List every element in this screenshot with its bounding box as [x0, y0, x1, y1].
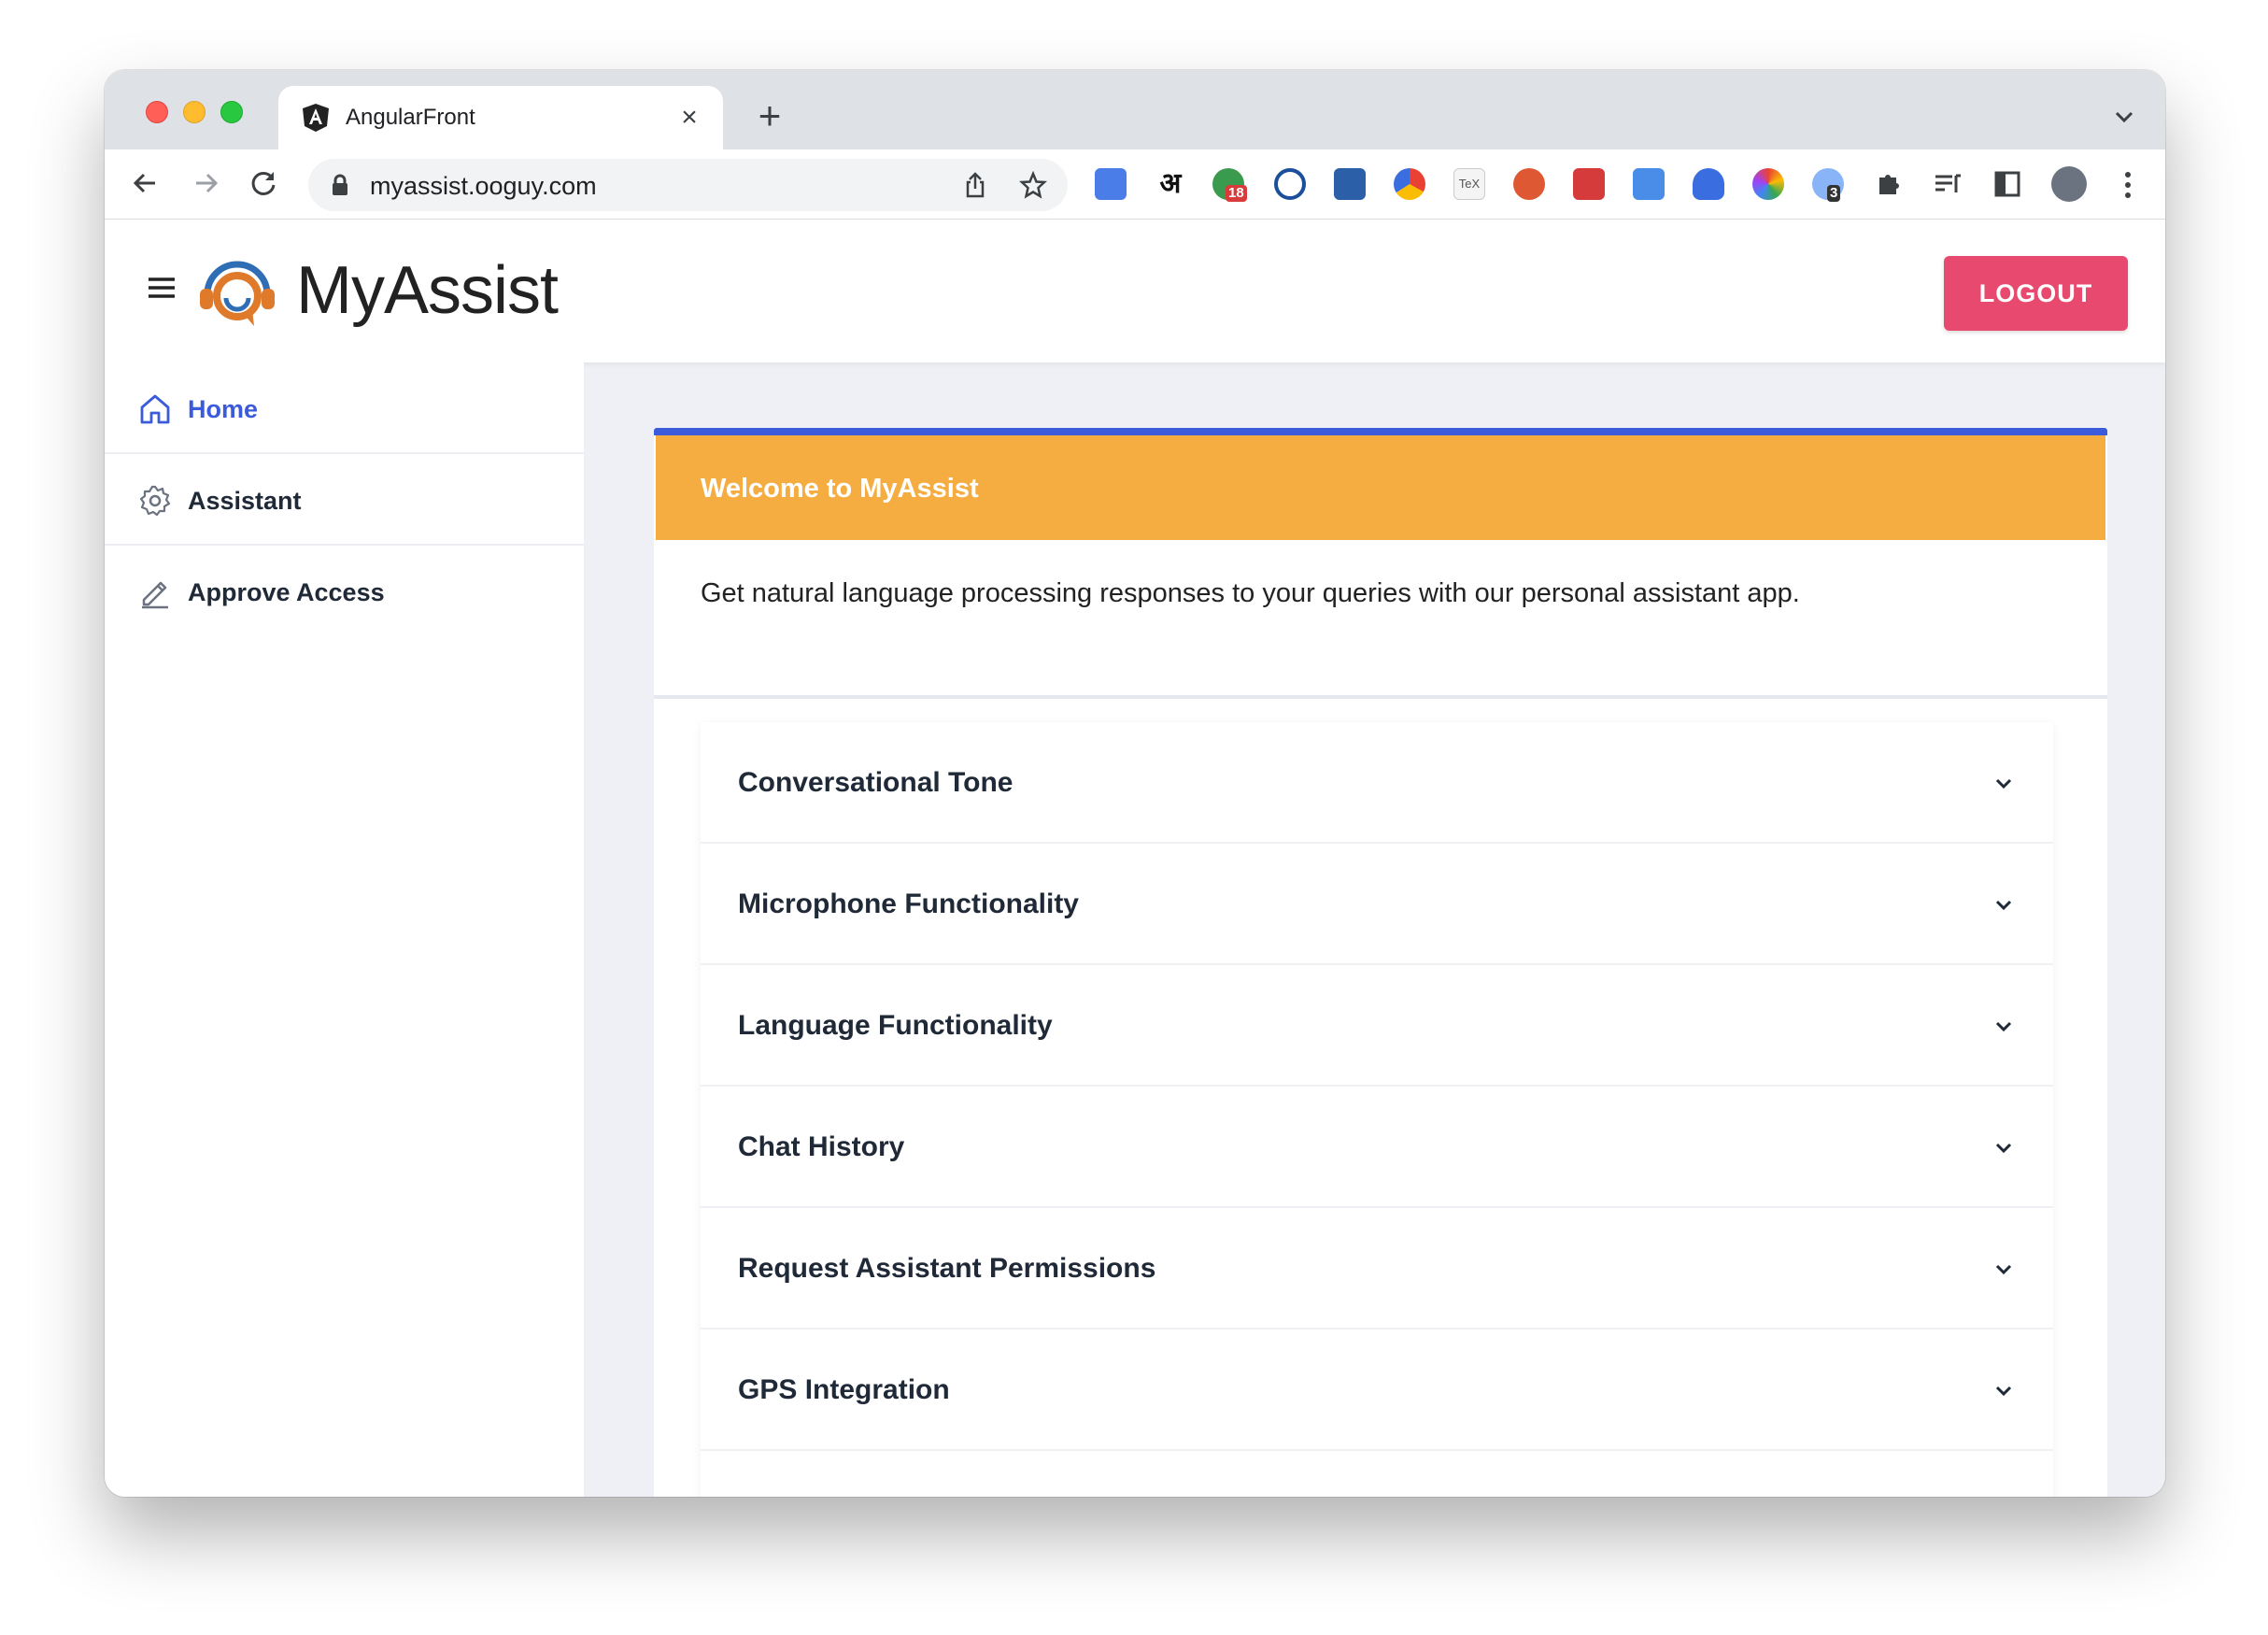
sidebar-item-assistant[interactable]: Assistant: [105, 454, 584, 546]
extension-badge: 18: [1226, 185, 1247, 202]
hindi-extension-icon[interactable]: अ: [1155, 168, 1186, 200]
side-panel-icon[interactable]: [1992, 168, 2023, 200]
welcome-card: Welcome to MyAssist Get natural language…: [654, 428, 2107, 1497]
lock-icon: [333, 174, 347, 195]
puzzle-extensions-icon[interactable]: [1872, 168, 1904, 200]
s-extension-icon[interactable]: [1334, 168, 1366, 200]
accordion-item-microphone-functionality[interactable]: Microphone Functionality: [701, 844, 2053, 965]
ai-extension-icon[interactable]: 3: [1812, 168, 1844, 202]
forward-arrow-icon[interactable]: [189, 166, 222, 200]
features-accordion: Conversational Tone Microphone Functiona…: [701, 722, 2053, 1497]
back-arrow-icon[interactable]: [129, 166, 163, 200]
duckduckgo-extension-icon[interactable]: [1513, 168, 1545, 200]
sidebar-item-label: Home: [188, 395, 259, 423]
chevron-down-icon: [1995, 1021, 2012, 1032]
share-icon[interactable]: [961, 171, 989, 199]
welcome-description: Get natural language processing response…: [701, 578, 1800, 608]
accordion-title: Request Assistant Permissions: [738, 1253, 1156, 1284]
myassist-logo-icon: [200, 261, 275, 326]
accordion-title: Conversational Tone: [738, 767, 1014, 798]
browser-tab[interactable]: AngularFront ×: [278, 86, 723, 149]
chevron-down-icon: [1995, 1264, 2012, 1275]
sidebar-item-home[interactable]: Home: [105, 363, 584, 454]
sidebar-item-approve-access[interactable]: Approve Access: [105, 546, 584, 637]
pencil-icon: [142, 581, 168, 609]
accordion-item-request-assistant-permissions[interactable]: Request Assistant Permissions: [701, 1208, 2053, 1329]
hamburger-menu-icon[interactable]: [146, 274, 177, 302]
accordion-item-gps-integration[interactable]: GPS Integration: [701, 1329, 2053, 1451]
accordion-title: GPS Integration: [738, 1374, 950, 1405]
scholar-extension-icon[interactable]: [1693, 168, 1724, 200]
resize-extension-icon[interactable]: [1633, 168, 1665, 200]
chevron-down-icon: [1995, 900, 2012, 911]
maximize-window-button[interactable]: [220, 101, 243, 123]
browser-window: AngularFront × + myassist.ooguy.com अ 18…: [105, 70, 2165, 1497]
chevron-down-icon: [1995, 1386, 2012, 1397]
home-icon: [140, 394, 170, 424]
tex-extension-icon[interactable]: TeX: [1453, 168, 1485, 200]
card-header: Welcome to MyAssist: [656, 435, 2105, 540]
profile-avatar[interactable]: [2051, 166, 2087, 202]
browser-toolbar: myassist.ooguy.com अ 18 TeX 3: [105, 149, 2165, 220]
close-tab-icon[interactable]: ×: [674, 103, 704, 133]
chevron-down-icon[interactable]: [2111, 104, 2137, 130]
address-bar[interactable]: myassist.ooguy.com: [308, 159, 1068, 211]
reading-list-icon[interactable]: [1932, 168, 1963, 200]
minimize-window-button[interactable]: [183, 101, 206, 123]
extension-badge: 3: [1827, 185, 1841, 202]
close-window-button[interactable]: [146, 101, 168, 123]
logout-button[interactable]: LOGOUT: [1944, 256, 2128, 331]
app-header: MyAssist LOGOUT: [105, 220, 2165, 363]
accordion-item-conversational-tone[interactable]: Conversational Tone: [701, 722, 2053, 844]
new-tab-button[interactable]: +: [751, 96, 788, 135]
angular-favicon-icon: [303, 104, 329, 132]
sidebar-item-label: Assistant: [188, 487, 302, 515]
sidebar: Home Assistant Approve Access: [105, 363, 584, 1497]
menu-kebab-icon[interactable]: [2124, 170, 2132, 200]
grammar-extension-icon[interactable]: 18: [1212, 168, 1247, 202]
accordion-title: Chat History: [738, 1131, 905, 1162]
color-picker-extension-icon[interactable]: [1752, 168, 1784, 200]
chart-extension-icon[interactable]: [1394, 168, 1425, 200]
chevron-down-icon: [1995, 778, 2012, 789]
tab-strip: AngularFront × +: [105, 70, 2165, 149]
sidebar-item-label: Approve Access: [188, 578, 385, 606]
tab-title: AngularFront: [346, 105, 475, 130]
logo-text: MyAssist: [296, 253, 559, 328]
password-manager-extension-icon[interactable]: [1274, 168, 1306, 200]
accordion-item-chat-history[interactable]: Chat History: [701, 1087, 2053, 1208]
accordion-item-language-functionality[interactable]: Language Functionality: [701, 965, 2053, 1087]
google-translate-extension-icon[interactable]: [1095, 168, 1127, 200]
bookmark-star-icon[interactable]: [1019, 171, 1047, 199]
gear-icon: [139, 485, 171, 517]
reload-icon[interactable]: [247, 166, 280, 200]
mendeley-extension-icon[interactable]: [1573, 168, 1605, 200]
divider: [654, 695, 2107, 699]
chevron-down-icon: [1995, 1143, 2012, 1154]
card-accent-bar: [654, 428, 2107, 435]
accordion-title: Language Functionality: [738, 1010, 1053, 1041]
url-text: myassist.ooguy.com: [370, 172, 597, 200]
welcome-title: Welcome to MyAssist: [701, 474, 979, 504]
app-container: MyAssist LOGOUT Home Assistant Approve A…: [105, 220, 2165, 1497]
accordion-title: Microphone Functionality: [738, 889, 1079, 919]
